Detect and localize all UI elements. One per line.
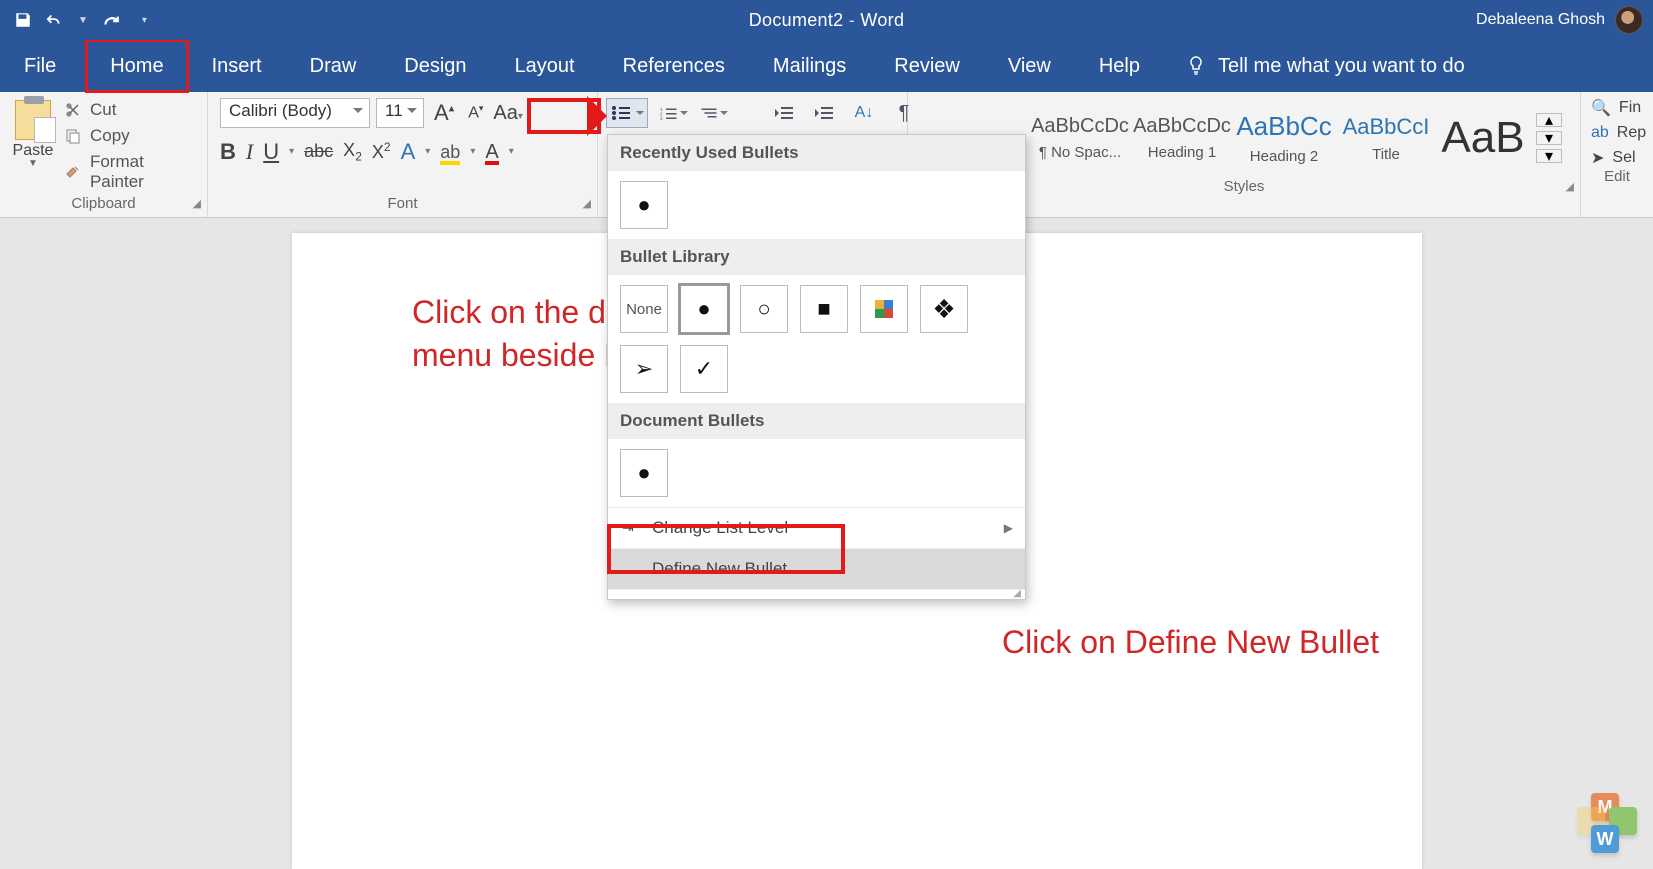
find-button[interactable]: 🔍Fin — [1591, 98, 1649, 118]
font-color-button[interactable]: A — [485, 138, 498, 165]
ribbon-tabs: File Home Insert Draw Design Layout Refe… — [0, 40, 1653, 92]
bullet-doc-disc[interactable]: ● — [620, 449, 668, 497]
group-label-styles: Styles — [1224, 178, 1265, 195]
highlight-button[interactable]: ab — [440, 138, 460, 165]
bullets-dropdown-caret[interactable] — [636, 111, 644, 119]
dropdown-resize-grip[interactable]: ◢ — [608, 589, 1025, 599]
annotation-arrow — [527, 98, 601, 134]
italic-button[interactable]: I — [246, 139, 253, 165]
superscript-button[interactable]: X2 — [372, 140, 391, 163]
dd-section-recent: Recently Used Bullets — [608, 135, 1025, 171]
title-bar: ▼ ▾ Document2 - Word Debaleena Ghosh — [0, 0, 1653, 40]
tell-me-search[interactable]: Tell me what you want to do — [1186, 55, 1465, 78]
tab-home[interactable]: Home — [86, 40, 187, 92]
tab-file[interactable]: File — [10, 40, 86, 92]
tab-mailings[interactable]: Mailings — [749, 40, 870, 92]
paste-button[interactable]: Paste ▼ — [8, 98, 58, 169]
numbering-button[interactable]: 123 — [660, 100, 688, 126]
tab-help[interactable]: Help — [1075, 40, 1164, 92]
style-more-preview[interactable]: AaB — [1440, 98, 1526, 178]
style-no-spacing[interactable]: AaBbCcDc ¶ No Spac... — [1032, 98, 1128, 178]
bullet-none[interactable]: None — [620, 285, 668, 333]
bullet-diamond-cluster[interactable]: ❖ — [920, 285, 968, 333]
bullet-recent-disc[interactable]: ● — [620, 181, 668, 229]
bullet-disc[interactable]: ● — [680, 285, 728, 333]
style-heading-1[interactable]: AaBbCcDc Heading 1 — [1134, 98, 1230, 178]
select-button[interactable]: ➤Sel — [1591, 148, 1649, 168]
tab-review[interactable]: Review — [870, 40, 984, 92]
bullet-circle[interactable]: ○ — [740, 285, 788, 333]
grow-font-button[interactable]: A▴ — [430, 100, 458, 126]
bullet-fourcolor[interactable] — [860, 285, 908, 333]
font-name-combo[interactable]: Calibri (Body) — [220, 98, 370, 128]
tab-insert[interactable]: Insert — [188, 40, 286, 92]
bold-button[interactable]: B — [220, 139, 236, 165]
format-painter-button[interactable]: Format Painter — [64, 152, 197, 192]
group-label-font: Font — [387, 195, 417, 212]
bullet-square[interactable]: ■ — [800, 285, 848, 333]
dd-section-library: Bullet Library — [608, 239, 1025, 275]
cut-button[interactable]: Cut — [64, 100, 197, 120]
tab-layout[interactable]: Layout — [491, 40, 599, 92]
window-title: Document2 - Word — [749, 10, 905, 31]
tab-design[interactable]: Design — [380, 40, 490, 92]
user-name[interactable]: Debaleena Ghosh — [1476, 11, 1605, 29]
style-heading-2[interactable]: AaBbCc Heading 2 — [1236, 98, 1332, 178]
strikethrough-button[interactable]: abc — [304, 141, 333, 162]
svg-text:3: 3 — [660, 116, 663, 121]
multilevel-list-button[interactable] — [700, 100, 728, 126]
sort-button[interactable]: A↓ — [850, 100, 878, 126]
replace-icon: ab — [1591, 124, 1609, 142]
dd-section-document: Document Bullets — [608, 403, 1025, 439]
chevron-right-icon: ▶ — [1004, 521, 1013, 535]
tab-view[interactable]: View — [984, 40, 1075, 92]
shrink-font-button[interactable]: A▾ — [464, 103, 487, 122]
underline-button[interactable]: U — [263, 139, 279, 165]
change-case-button[interactable]: Aa▾ — [493, 102, 523, 125]
annotation-text-2: Click on Define New Bullet — [1002, 621, 1379, 664]
redo-button[interactable] — [102, 11, 120, 29]
subscript-button[interactable]: X2 — [343, 140, 362, 164]
increase-indent-button[interactable] — [810, 100, 838, 126]
clipboard-icon — [15, 100, 51, 140]
avatar[interactable] — [1615, 6, 1643, 34]
copy-button[interactable]: Copy — [64, 126, 197, 146]
save-icon[interactable] — [14, 11, 32, 29]
group-label-clipboard: Clipboard — [71, 195, 135, 212]
replace-button[interactable]: abRep — [1591, 124, 1649, 142]
font-size-combo[interactable]: 11 — [376, 98, 424, 128]
tab-references[interactable]: References — [599, 40, 749, 92]
cursor-icon: ➤ — [1591, 148, 1604, 168]
text-effects-button[interactable]: A — [401, 139, 416, 165]
scissors-icon — [64, 102, 82, 118]
undo-button[interactable] — [46, 11, 64, 29]
undo-more-caret[interactable]: ▼ — [78, 15, 88, 26]
clipboard-dialog-launcher[interactable]: ◢ — [193, 197, 201, 210]
qat-customize-caret[interactable]: ▾ — [142, 15, 147, 26]
bullet-checkmark[interactable]: ✓ — [680, 345, 728, 393]
bullet-arrowhead[interactable]: ➢ — [620, 345, 668, 393]
styles-gallery-scroll[interactable]: ▴▾▾ — [1536, 113, 1562, 163]
styles-dialog-launcher[interactable]: ◢ — [1566, 180, 1574, 193]
group-label-editing: Edit — [1604, 168, 1630, 185]
paintbrush-icon — [64, 164, 82, 180]
font-dialog-launcher[interactable]: ◢ — [583, 197, 591, 210]
tab-draw[interactable]: Draw — [286, 40, 381, 92]
style-title[interactable]: AaBbCcI Title — [1338, 98, 1434, 178]
lightbulb-icon — [1186, 56, 1206, 76]
search-icon: 🔍 — [1591, 98, 1611, 118]
decrease-indent-button[interactable] — [770, 100, 798, 126]
copy-icon — [64, 128, 82, 144]
watermark-logo: MW — [1577, 793, 1637, 853]
annotation-define-highlight — [607, 524, 845, 574]
